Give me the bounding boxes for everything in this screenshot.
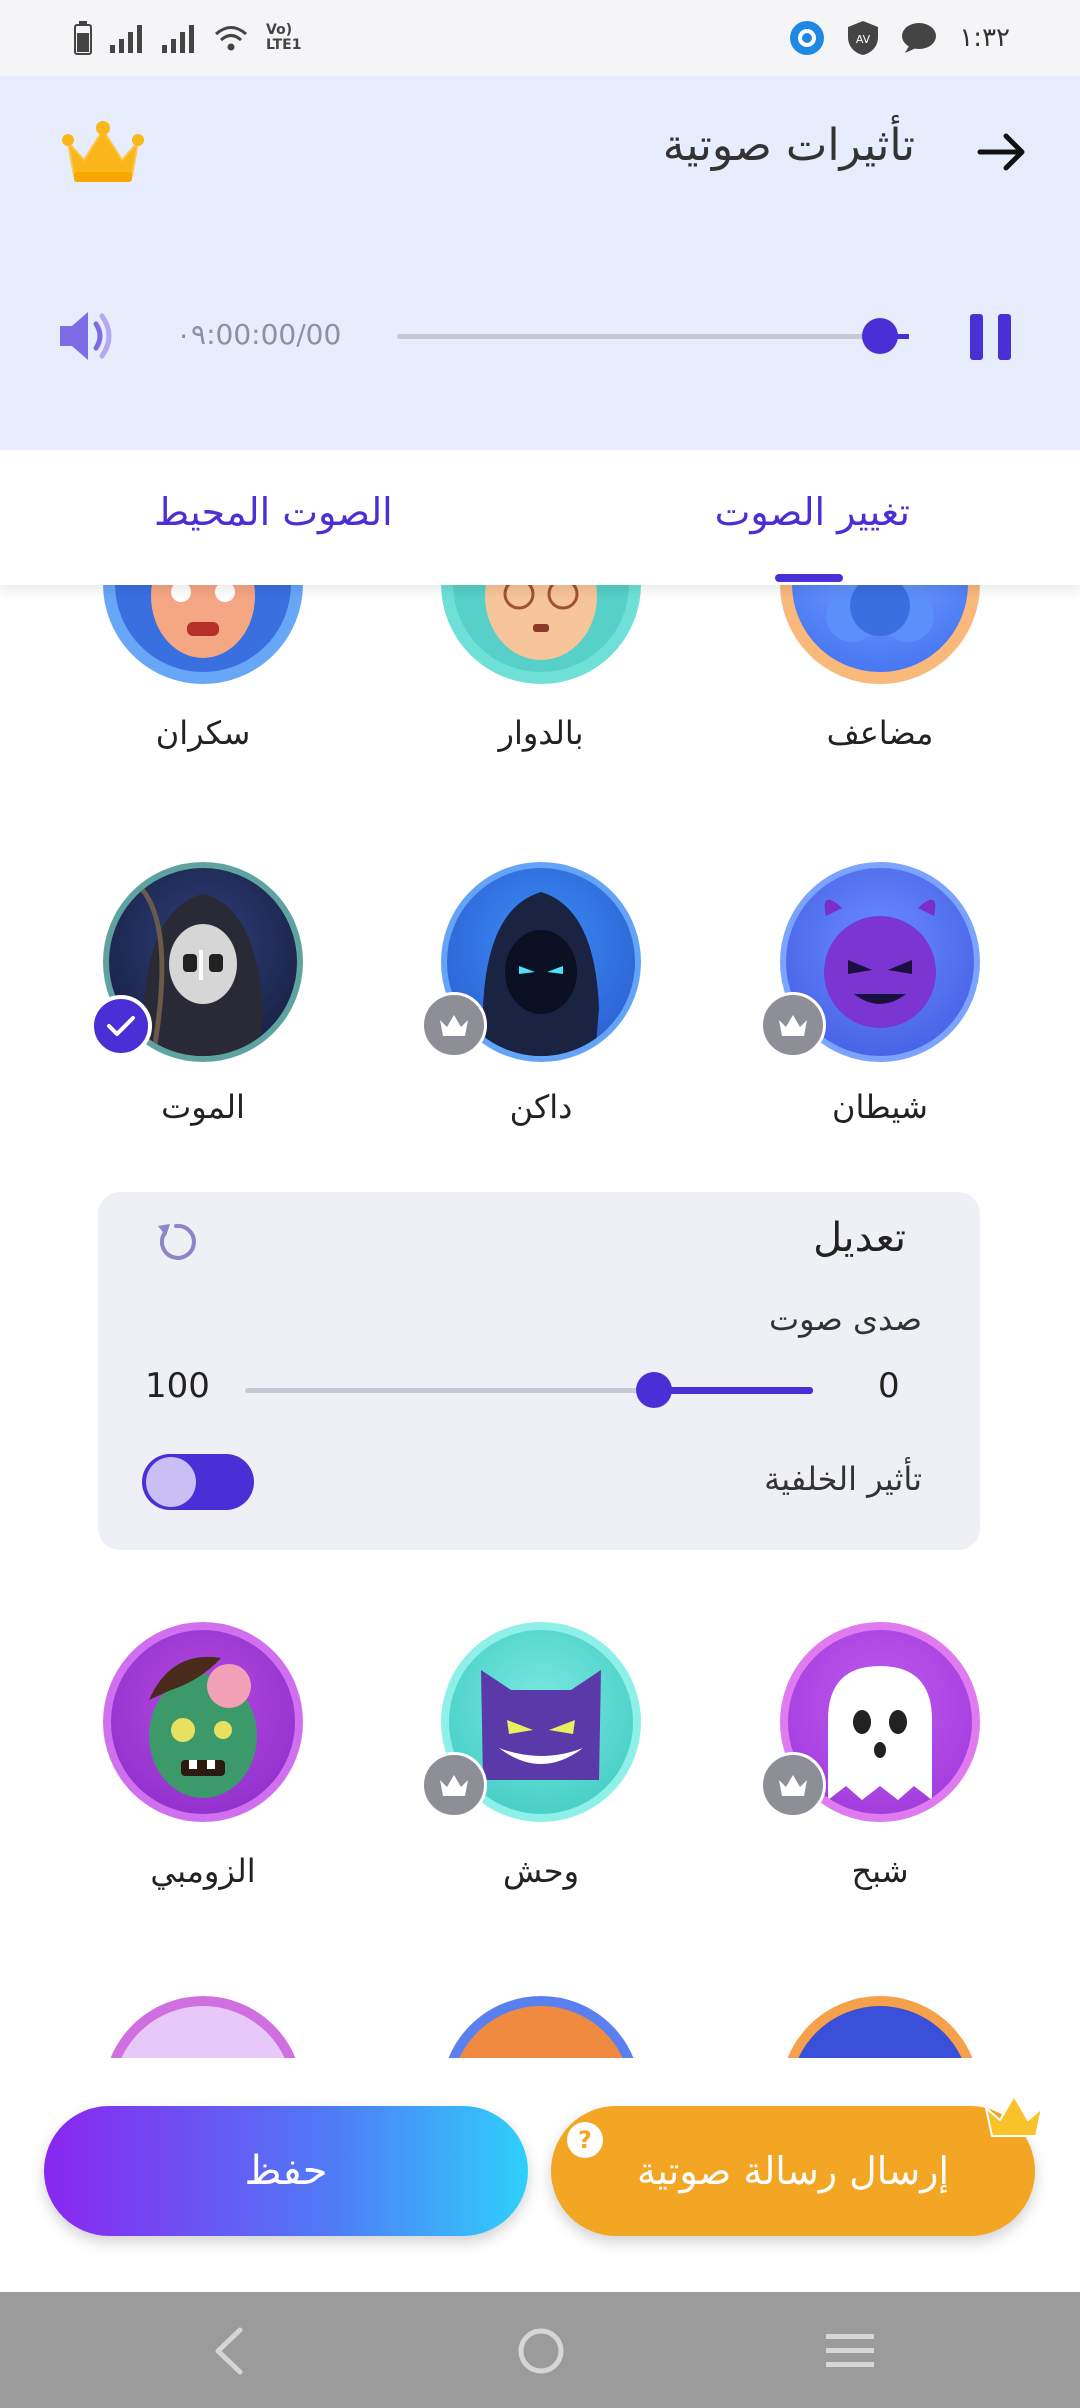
battery-icon bbox=[74, 21, 92, 55]
save-button[interactable]: حفظ bbox=[44, 2106, 528, 2236]
premium-badge-monster bbox=[421, 1752, 487, 1818]
send-voice-message-label: إرسال رسالة صوتية bbox=[636, 2149, 950, 2193]
crown-icon bbox=[779, 1015, 807, 1036]
echo-min-value: 0 bbox=[878, 1366, 900, 1406]
echo-slider-thumb[interactable] bbox=[636, 1372, 672, 1408]
effect-label-monster: وحش bbox=[502, 1852, 580, 1890]
effect-label-dizzy: بالدوار bbox=[498, 714, 584, 752]
nav-home-icon[interactable] bbox=[516, 2326, 566, 2376]
echo-slider-fill bbox=[655, 1387, 813, 1394]
effect-label-zombie: الزومبي bbox=[150, 1852, 256, 1890]
header bbox=[0, 76, 1080, 450]
pause-icon bbox=[970, 314, 983, 360]
save-label: حفظ bbox=[244, 2148, 328, 2194]
nav-back-icon[interactable] bbox=[210, 2326, 246, 2376]
time-display: ٠٩:00:00/00 bbox=[176, 318, 342, 351]
reset-icon[interactable] bbox=[152, 1218, 200, 1266]
help-icon[interactable]: ? bbox=[567, 2122, 603, 2158]
tab-voice-change[interactable]: تغيير الصوت bbox=[715, 490, 910, 534]
premium-badge-devil bbox=[760, 992, 826, 1058]
status-bar: Vo) LTE1 AV ١:٣٢ bbox=[0, 0, 1080, 76]
premium-badge-dark bbox=[421, 992, 487, 1058]
zombie-avatar[interactable] bbox=[103, 1622, 303, 1822]
selected-check-badge bbox=[90, 995, 152, 1057]
crown-icon[interactable] bbox=[62, 120, 144, 186]
lte-label: LTE1 bbox=[266, 37, 302, 53]
background-effect-label: تأثير الخلفية bbox=[764, 1460, 922, 1498]
shield-icon: AV bbox=[848, 21, 879, 55]
wifi-icon bbox=[215, 26, 247, 51]
crown-icon bbox=[985, 2095, 1043, 2137]
effect-label-devil: شيطان bbox=[832, 1088, 928, 1126]
page-title: تأثيرات صوتية bbox=[662, 120, 915, 171]
progress-thumb[interactable] bbox=[862, 318, 898, 354]
effect-label-clones: مضاعف bbox=[826, 714, 934, 752]
effect-label-drunk: سكران bbox=[155, 714, 251, 752]
progress-track[interactable] bbox=[397, 334, 909, 339]
send-voice-message-button[interactable]: إرسال رسالة صوتية bbox=[551, 2106, 1035, 2236]
check-icon bbox=[107, 1016, 135, 1036]
volte-indicator: Vo) LTE1 bbox=[266, 23, 301, 53]
echo-label: صدى صوت bbox=[768, 1300, 922, 1338]
signal-icon-2 bbox=[162, 25, 194, 53]
signal-icon bbox=[110, 25, 142, 53]
effect-label-ghost: شبح bbox=[851, 1852, 909, 1890]
speaker-icon[interactable] bbox=[56, 304, 120, 368]
tab-ambient-sound[interactable]: الصوت المحيط bbox=[154, 490, 393, 534]
premium-badge-ghost bbox=[760, 1752, 826, 1818]
pause-button[interactable] bbox=[970, 314, 1012, 360]
echo-max-value: 100 bbox=[145, 1366, 210, 1406]
status-time: ١:٣٢ bbox=[959, 23, 1010, 53]
crown-icon bbox=[779, 1775, 807, 1796]
crown-icon bbox=[440, 1015, 468, 1036]
pause-icon-bar bbox=[998, 314, 1011, 360]
app-notification-icon bbox=[790, 21, 825, 55]
av-badge-text: AV bbox=[856, 33, 871, 46]
effect-label-dark: داكن bbox=[509, 1088, 573, 1126]
toggle-knob bbox=[146, 1457, 196, 1507]
adjust-panel-title: تعديل bbox=[813, 1215, 906, 1261]
nav-menu-icon[interactable] bbox=[824, 2330, 876, 2372]
chat-bubble-icon bbox=[902, 23, 937, 53]
tab-active-indicator bbox=[775, 574, 843, 582]
effect-label-death: الموت bbox=[161, 1088, 245, 1126]
back-arrow-icon[interactable] bbox=[976, 126, 1028, 178]
volte-label: Vo) bbox=[266, 22, 293, 38]
crown-icon bbox=[440, 1775, 468, 1796]
